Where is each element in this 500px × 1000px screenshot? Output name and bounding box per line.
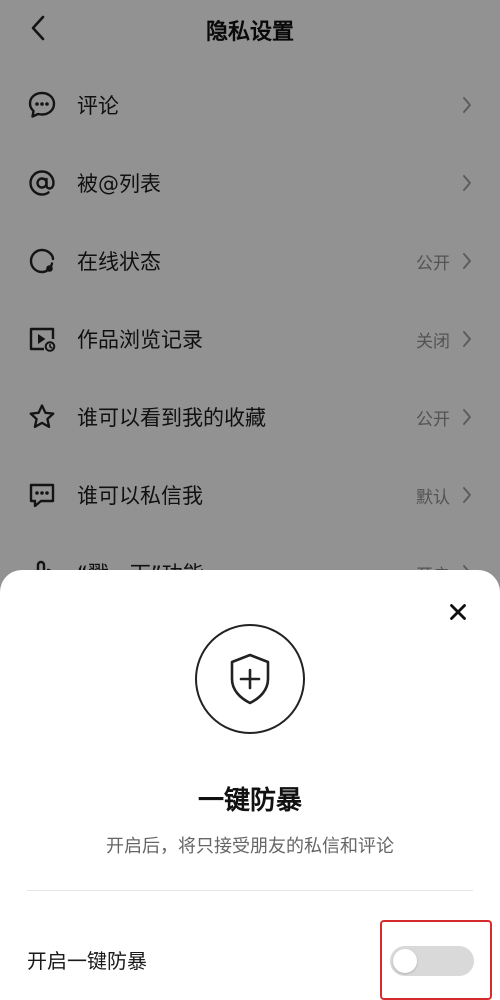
highlight-annotation — [380, 920, 492, 1000]
toggle-label: 开启一键防暴 — [27, 949, 147, 973]
divider — [27, 890, 473, 891]
close-button[interactable] — [446, 600, 470, 624]
close-icon — [450, 604, 466, 620]
sheet-title: 一键防暴 — [197, 786, 302, 816]
sheet-description: 开启后，将只接受朋友的私信和评论 — [106, 836, 394, 857]
shield-plus-icon — [230, 653, 270, 705]
shield-badge — [195, 624, 305, 734]
anti-harassment-sheet: 一键防暴 开启后，将只接受朋友的私信和评论 开启一键防暴 — [0, 570, 500, 1000]
